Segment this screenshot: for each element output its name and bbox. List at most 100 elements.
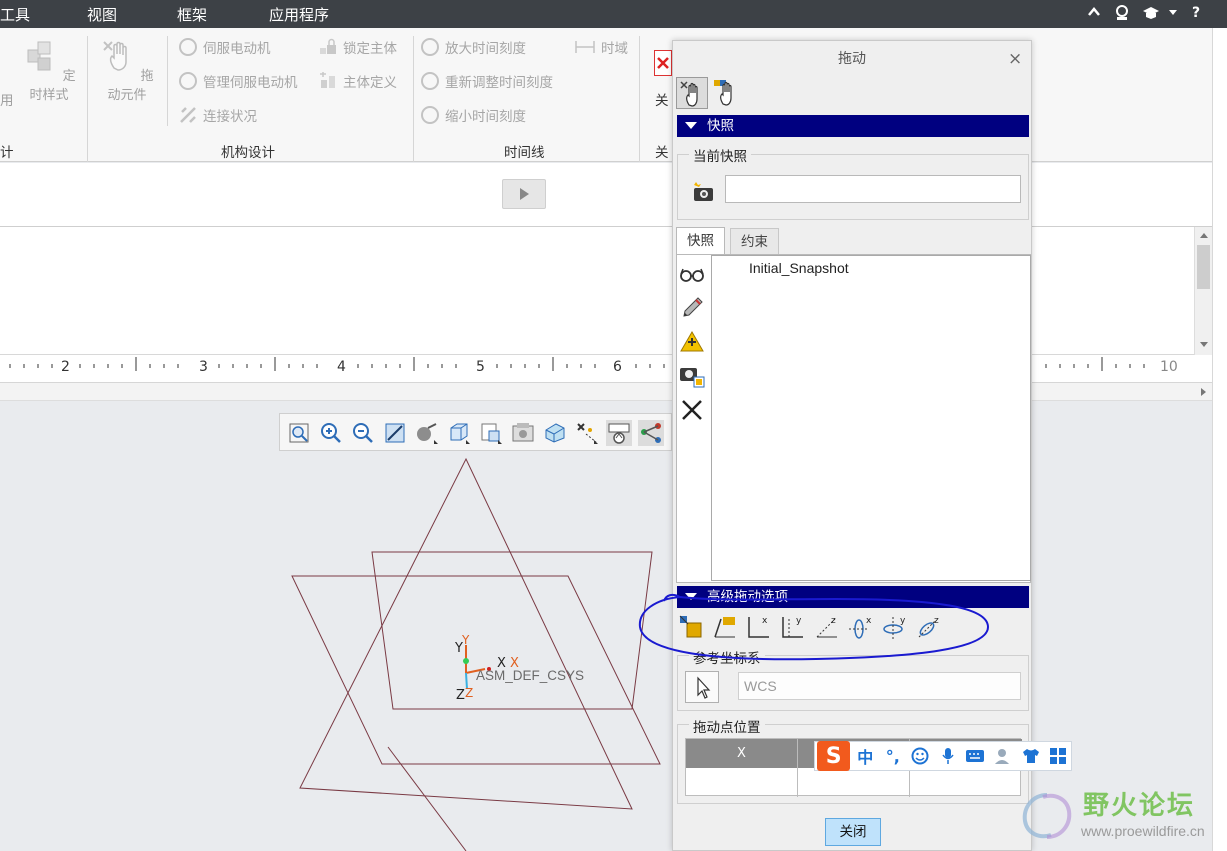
ribbon: 用 定时样式 拖动元件 伺服电动机 管理伺服电动机 连接状况 锁定主体 主体定义… bbox=[0, 28, 1227, 162]
play-icon bbox=[520, 188, 529, 200]
take-snapshot-icon[interactable] bbox=[691, 181, 715, 203]
emoji-icon[interactable] bbox=[908, 743, 934, 769]
dialog-close-icon[interactable]: × bbox=[1008, 49, 1022, 69]
collapse-triangle-icon[interactable] bbox=[685, 122, 697, 130]
ime-toolbar[interactable]: S 中 °, bbox=[814, 741, 1072, 771]
scroll-right-icon[interactable] bbox=[1200, 387, 1208, 397]
group-close-cut: 关 bbox=[655, 145, 669, 161]
search-icon[interactable] bbox=[1113, 4, 1131, 22]
chevron-down-icon[interactable] bbox=[1168, 9, 1178, 17]
zoom-in-icon[interactable] bbox=[318, 420, 344, 446]
dialog-close-button[interactable]: 关闭 bbox=[825, 818, 881, 846]
connection-status-button[interactable]: 连接状况 bbox=[179, 104, 257, 126]
microphone-icon[interactable] bbox=[935, 743, 961, 769]
toolbox-grid-icon[interactable] bbox=[1045, 743, 1071, 769]
cursor-arrow-icon bbox=[697, 676, 711, 699]
view-manager-icon[interactable] bbox=[510, 420, 536, 446]
ruler-label: 3 bbox=[199, 359, 208, 375]
drag-dialog: 拖动 × 快照 当前快照 快照 约束 Initial_Snapshot 高级拖动… bbox=[672, 40, 1032, 851]
datum-display-icon[interactable] bbox=[574, 420, 600, 446]
display-snapshot-glasses-icon[interactable] bbox=[679, 261, 705, 287]
ruler-label: 4 bbox=[337, 359, 346, 375]
user-icon[interactable] bbox=[990, 743, 1016, 769]
drag-components-button[interactable]: 拖动元件 bbox=[94, 38, 160, 103]
skin-tshirt-icon[interactable] bbox=[1018, 743, 1044, 769]
ribbon-separator bbox=[167, 36, 168, 126]
group-mechanism-design: 机构设计 bbox=[221, 145, 275, 161]
time-domain-button[interactable]: 时域 bbox=[575, 36, 628, 58]
manage-servo-motors-button[interactable]: 管理伺服电动机 bbox=[179, 70, 298, 92]
menu-applications[interactable]: 应用程序 bbox=[269, 4, 329, 25]
reference-csys-input[interactable]: WCS bbox=[738, 672, 1021, 700]
body-definition-button[interactable]: 主体定义 bbox=[319, 70, 397, 92]
point-drag-button[interactable] bbox=[676, 77, 708, 109]
collapse-ribbon-icon[interactable] bbox=[1087, 5, 1101, 19]
lock-body-button[interactable]: 锁定主体 bbox=[319, 36, 397, 58]
drag-point-position-legend: 拖动点位置 bbox=[689, 716, 765, 736]
tab-snapshots[interactable]: 快照 bbox=[676, 227, 725, 255]
update-snapshot-warning-icon[interactable] bbox=[679, 329, 705, 355]
watermark-url: www.proewildfire.cn bbox=[1081, 823, 1205, 839]
repaint-icon[interactable] bbox=[382, 420, 408, 446]
delete-snapshot-x-icon[interactable] bbox=[679, 397, 705, 423]
mechanism-display-icon[interactable] bbox=[638, 420, 664, 446]
snapshot-list-item[interactable]: Initial_Snapshot bbox=[749, 260, 849, 276]
keyboard-icon[interactable] bbox=[963, 743, 989, 769]
perspective-view-icon[interactable] bbox=[542, 420, 568, 446]
body-drag-hand-icon bbox=[714, 80, 732, 106]
ime-punctuation[interactable]: °, bbox=[880, 743, 906, 769]
servo-motor-label: 伺服电动机 bbox=[203, 41, 271, 57]
body-definition-icon bbox=[320, 72, 335, 88]
manage-servo-icon bbox=[179, 72, 197, 90]
close-mechanism-button[interactable] bbox=[654, 50, 672, 76]
dialog-title: 拖动 bbox=[838, 51, 866, 67]
ime-chinese-mode[interactable]: 中 bbox=[852, 743, 878, 769]
annotation-display-icon[interactable] bbox=[606, 420, 632, 446]
sogou-logo[interactable]: S bbox=[817, 741, 851, 771]
zoom-out-timescale-button[interactable]: 缩小时间刻度 bbox=[421, 104, 526, 126]
scroll-up-icon[interactable] bbox=[1199, 231, 1209, 239]
timeline-vertical-scrollbar[interactable] bbox=[1194, 227, 1212, 355]
group-cut-label: 计 bbox=[0, 145, 14, 161]
csys-name-label: ASM_DEF_CSYS bbox=[476, 668, 585, 683]
display-style-icon[interactable] bbox=[446, 420, 472, 446]
spin-center-icon[interactable] bbox=[414, 420, 440, 446]
snapshot-list[interactable]: Initial_Snapshot bbox=[711, 255, 1031, 581]
help-icon[interactable]: ? bbox=[1192, 5, 1200, 21]
timing-style-button[interactable]: 定时样式 bbox=[17, 38, 81, 103]
readjust-timescale-button[interactable]: 重新调整时间刻度 bbox=[421, 70, 553, 92]
annotation-ellipse bbox=[638, 593, 990, 661]
body-drag-button[interactable] bbox=[711, 77, 743, 109]
ribbon-separator bbox=[639, 36, 640, 162]
import-snapshot-camera-icon[interactable] bbox=[679, 363, 705, 389]
select-csys-button[interactable] bbox=[685, 671, 719, 703]
ruler-label: 2 bbox=[61, 359, 70, 375]
zoom-in-timescale-button[interactable]: 放大时间刻度 bbox=[421, 36, 526, 58]
servo-motor-button[interactable]: 伺服电动机 bbox=[179, 36, 271, 58]
refit-icon[interactable] bbox=[286, 420, 312, 446]
menu-tools[interactable]: 工具 bbox=[0, 4, 30, 25]
current-snapshot-input[interactable] bbox=[725, 175, 1021, 203]
ruler-label: 10 bbox=[1160, 359, 1178, 375]
saved-orientations-icon[interactable] bbox=[478, 420, 504, 446]
menu-frame[interactable]: 框架 bbox=[177, 4, 207, 25]
edit-pencil-icon[interactable] bbox=[679, 295, 705, 321]
snapshot-section-bar[interactable]: 快照 bbox=[677, 115, 1029, 137]
timing-style-label: 定时样式 bbox=[29, 69, 76, 103]
table-divider bbox=[909, 768, 910, 797]
ribbon-separator bbox=[413, 36, 414, 162]
table-divider bbox=[797, 768, 798, 797]
manage-servo-label: 管理伺服电动机 bbox=[203, 75, 298, 91]
servo-motor-icon bbox=[179, 38, 197, 56]
play-button[interactable] bbox=[502, 179, 546, 209]
tab-constraints[interactable]: 约束 bbox=[730, 228, 779, 256]
drag-components-label: 拖动元件 bbox=[107, 69, 154, 103]
animation-control-area bbox=[0, 163, 1227, 227]
scroll-down-icon[interactable] bbox=[1199, 341, 1209, 349]
csys-z-axis-tag: Z bbox=[465, 686, 474, 700]
graduation-cap-icon[interactable] bbox=[1142, 5, 1160, 21]
ruler-label: 6 bbox=[613, 359, 622, 375]
zoom-out-icon[interactable] bbox=[350, 420, 376, 446]
menu-view[interactable]: 视图 bbox=[87, 4, 117, 25]
scroll-thumb[interactable] bbox=[1197, 245, 1210, 289]
